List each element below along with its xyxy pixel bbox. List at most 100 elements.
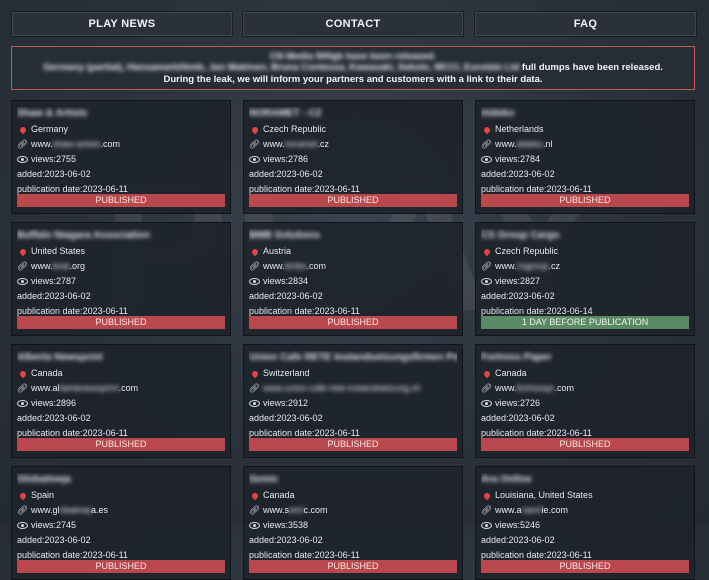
eye-icon: [17, 400, 28, 407]
victim-url-row[interactable]: 🔗︎ www. noramet .cz: [249, 137, 457, 152]
victim-views-row: views: 2745: [17, 518, 225, 533]
victim-views-row: views: 2912: [249, 396, 457, 411]
victim-name: Aldeko: [481, 108, 515, 119]
victim-views-row: views: 2755: [17, 152, 225, 167]
victim-url-row[interactable]: 🔗︎ www. shaw-artists .com: [17, 137, 225, 152]
link-icon: 🔗︎: [248, 139, 261, 149]
victim-url-row[interactable]: 🔗︎ www. bmbs .com: [249, 259, 457, 274]
victim-views-row: views: 2787: [17, 274, 225, 289]
location-pin-icon: [17, 247, 28, 256]
victim-added-row: added: 2023-06-02: [17, 169, 91, 179]
victim-country-row: Germany: [17, 122, 225, 137]
victim-url-row[interactable]: 🔗︎ www. csgroup .cz: [481, 259, 689, 274]
location-pin-icon: [249, 247, 260, 256]
victim-url-row[interactable]: 🔗︎ www. aldeko .nl: [481, 137, 689, 152]
victim-card[interactable]: Globalmeja Spain 🔗︎ www.gl obalmej a.es views:…: [11, 466, 231, 580]
victim-card[interactable]: Fortress Paper Canada 🔗︎ www. fortresspr .com…: [475, 344, 695, 458]
publication-status-badge: 1 DAY BEFORE PUBLICATION: [481, 316, 689, 329]
notice-line-3: During the leak, we will inform your par…: [163, 73, 543, 85]
victim-url-row[interactable]: 🔗︎ www.a raonl ie.com: [481, 503, 689, 518]
victim-country-row: Canada: [481, 366, 689, 381]
victim-name: Shaw & Artists: [17, 108, 88, 119]
victim-country-row: Spain: [17, 488, 225, 503]
victim-card[interactable]: Semic Canada 🔗︎ www.s emi c.com views: 3538 add…: [243, 466, 463, 580]
victim-name: BMB Solutions: [249, 230, 321, 241]
location-pin-icon: [249, 491, 260, 500]
victim-views-row: views: 2784: [481, 152, 689, 167]
eye-icon: [481, 278, 492, 285]
victim-card[interactable]: Buffalo Niagara Association United States…: [11, 222, 231, 336]
publication-status-badge: PUBLISHED: [481, 438, 689, 451]
publication-status-badge: PUBLISHED: [249, 560, 457, 573]
victim-url-row[interactable]: 🔗︎ www.al bertanewsprint .com: [17, 381, 225, 396]
publication-status-badge: PUBLISHED: [481, 194, 689, 207]
victim-card[interactable]: NORAMET - CZ Czech Republic 🔗︎ www. noramet.…: [243, 100, 463, 214]
victim-card[interactable]: Aldeko Netherlands 🔗︎ www. aldeko .nl views: 2…: [475, 100, 695, 214]
link-icon: 🔗︎: [480, 261, 493, 271]
link-icon: 🔗︎: [16, 505, 29, 515]
eye-icon: [249, 156, 260, 163]
victim-added-row: added: 2023-06-02: [481, 413, 555, 423]
victim-name: Buffalo Niagara Association: [17, 230, 150, 241]
publication-status-badge: PUBLISHED: [249, 438, 457, 451]
location-pin-icon: [481, 247, 492, 256]
victim-url-row[interactable]: 🔗︎ www. bnai .org: [17, 259, 225, 274]
victim-url-row[interactable]: 🔗︎ www.s emi c.com: [249, 503, 457, 518]
victim-added-row: added: 2023-06-02: [249, 413, 323, 423]
victim-card[interactable]: CS Group Cargo Czech Republic 🔗︎ www. csgrou…: [475, 222, 695, 336]
location-pin-icon: [481, 491, 492, 500]
victim-name: CS Group Cargo: [481, 230, 560, 241]
victim-card[interactable]: Shaw & Artists Germany 🔗︎ www. shaw-artists.…: [11, 100, 231, 214]
eye-icon: [481, 400, 492, 407]
victim-added-row: added: 2023-06-02: [17, 413, 91, 423]
victim-views-row: views: 2786: [249, 152, 457, 167]
victim-country-row: Louisiana, United States: [481, 488, 689, 503]
victim-name: Alberta Newsprint: [17, 352, 103, 363]
publication-status-badge: PUBLISHED: [249, 194, 457, 207]
victim-name: Fortress Paper: [481, 352, 552, 363]
victim-country-row: Austria: [249, 244, 457, 259]
eye-icon: [249, 278, 260, 285]
location-pin-icon: [17, 369, 28, 378]
nav-play-news-button[interactable]: PLAY NEWS: [11, 11, 233, 37]
link-icon: 🔗︎: [16, 383, 29, 393]
victim-views-row: views: 3538: [249, 518, 457, 533]
victim-name: Union Cafe RETE Instandsetzungsfirmen Po…: [249, 352, 457, 363]
victim-name: Ara Online: [481, 474, 532, 485]
victim-card[interactable]: Ara Online Louisiana, United States 🔗︎ www.…: [475, 466, 695, 580]
victim-country-row: Canada: [249, 488, 457, 503]
notice-line-2: Germany (partial), Hansamarkt/kmb, Jan M…: [43, 62, 663, 74]
victim-added-row: added: 2023-06-02: [249, 535, 323, 545]
publication-status-badge: PUBLISHED: [249, 316, 457, 329]
eye-icon: [249, 522, 260, 529]
eye-icon: [17, 156, 28, 163]
victim-url-row[interactable]: 🔗︎ www.union-cafe-rete-instandsetzung.ch: [249, 381, 457, 396]
nav-contact-button[interactable]: CONTACT: [242, 11, 464, 37]
victim-added-row: added: 2023-06-02: [481, 291, 555, 301]
publication-status-badge: PUBLISHED: [481, 560, 689, 573]
victim-url-row[interactable]: 🔗︎ www.gl obalmej a.es: [17, 503, 225, 518]
victim-views-row: views: 2726: [481, 396, 689, 411]
victim-added-row: added: 2023-06-02: [249, 291, 323, 301]
victim-name: NORAMET - CZ: [249, 108, 322, 119]
link-icon: 🔗︎: [248, 383, 261, 393]
publication-status-badge: PUBLISHED: [17, 438, 225, 451]
eye-icon: [481, 156, 492, 163]
victim-url-row[interactable]: 🔗︎ www. fortresspr .com: [481, 381, 689, 396]
location-pin-icon: [17, 491, 28, 500]
link-icon: 🔗︎: [16, 261, 29, 271]
location-pin-icon: [249, 369, 260, 378]
victim-country-row: Switzerland: [249, 366, 457, 381]
eye-icon: [481, 522, 492, 529]
victim-card[interactable]: BMB Solutions Austria 🔗︎ www. bmbs .com views:…: [243, 222, 463, 336]
victim-views-row: views: 2827: [481, 274, 689, 289]
leak-notice-banner: CN Media 500gb have been released. Germa…: [11, 46, 695, 90]
notice-line-1: CN Media 500gb have been released.: [269, 50, 437, 62]
victim-card[interactable]: Union Cafe RETE Instandsetzungsfirmen Po…: [243, 344, 463, 458]
victim-card[interactable]: Alberta Newsprint Canada 🔗︎ www.al bertanews…: [11, 344, 231, 458]
location-pin-icon: [17, 125, 28, 134]
victim-added-row: added: 2023-06-02: [481, 169, 555, 179]
victim-country-row: United States: [17, 244, 225, 259]
link-icon: 🔗︎: [16, 139, 29, 149]
nav-faq-button[interactable]: FAQ: [474, 11, 697, 37]
